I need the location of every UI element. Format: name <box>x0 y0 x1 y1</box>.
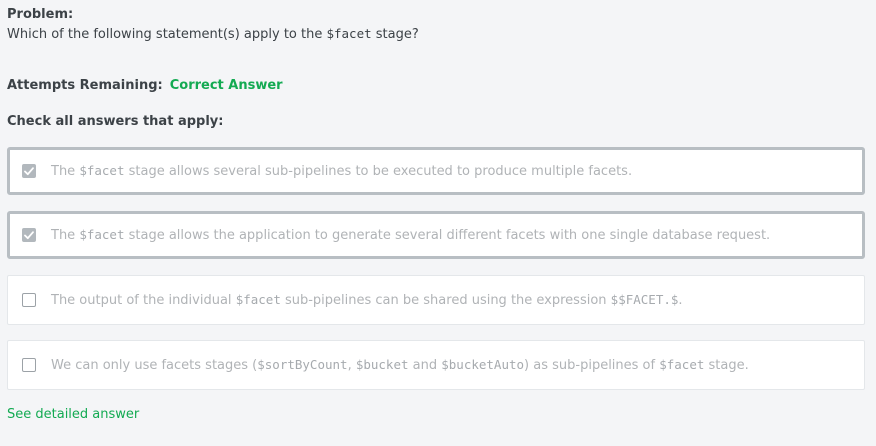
text-segment: ) as sub-pipelines of <box>524 357 660 373</box>
inline-code: $facet <box>79 226 125 242</box>
text-segment: We can only use facets stages ( <box>51 357 258 373</box>
inline-code: $bucketAuto <box>441 356 525 372</box>
inline-code: $facet <box>659 356 705 372</box>
checkbox-checked-icon[interactable] <box>22 228 36 242</box>
answer-option-1[interactable]: The $facet stage allows several sub-pipe… <box>7 147 865 195</box>
inline-code: $facet <box>79 162 125 178</box>
question-prefix: Which of the following statement(s) appl… <box>7 27 327 42</box>
answer-option-text: The $facet stage allows several sub-pipe… <box>51 163 632 180</box>
text-segment: The <box>51 227 80 243</box>
problem-title: Problem: <box>7 7 74 22</box>
inline-code: $sortByCount <box>257 356 348 372</box>
text-segment: sub-pipelines can be shared using the ex… <box>280 292 611 308</box>
question-suffix: stage? <box>371 27 419 42</box>
answer-option-3[interactable]: The output of the individual $facet sub-… <box>7 275 865 325</box>
attempts-label: Attempts Remaining: <box>7 78 163 93</box>
answer-option-2[interactable]: The $facet stage allows the application … <box>7 211 865 259</box>
text-segment: stage. <box>704 357 749 373</box>
attempts-row: Attempts Remaining: Correct Answer <box>7 78 868 94</box>
text-segment: and <box>408 357 442 373</box>
answer-option-text: The output of the individual $facet sub-… <box>51 292 683 309</box>
attempts-status: Correct Answer <box>169 78 283 93</box>
inline-code: $$FACET.$ <box>610 291 679 307</box>
question-text: Which of the following statement(s) appl… <box>7 26 868 43</box>
text-segment: The <box>51 163 80 179</box>
checkbox-empty-icon[interactable] <box>22 358 36 372</box>
text-segment: The output of the individual <box>51 292 236 308</box>
answer-option-4[interactable]: We can only use facets stages ($sortByCo… <box>7 340 865 390</box>
inline-code: $facet <box>235 291 281 307</box>
see-detailed-answer-link[interactable]: See detailed answer <box>7 407 868 423</box>
instructions: Check all answers that apply: <box>7 114 224 129</box>
inline-code: $bucket <box>355 356 409 372</box>
text-segment: . <box>678 292 683 308</box>
checkbox-empty-icon[interactable] <box>22 293 36 307</box>
answer-option-text: The $facet stage allows the application … <box>51 227 770 244</box>
question-code: $facet <box>326 26 372 41</box>
text-segment: stage allows several sub-pipelines to be… <box>124 163 633 179</box>
answer-options: The $facet stage allows several sub-pipe… <box>7 147 868 390</box>
checkbox-checked-icon[interactable] <box>22 164 36 178</box>
text-segment: stage allows the application to generate… <box>124 227 771 243</box>
problem-panel: Problem: Which of the following statemen… <box>0 0 876 446</box>
answer-option-text: We can only use facets stages ($sortByCo… <box>51 357 749 374</box>
text-segment: , <box>347 357 356 373</box>
